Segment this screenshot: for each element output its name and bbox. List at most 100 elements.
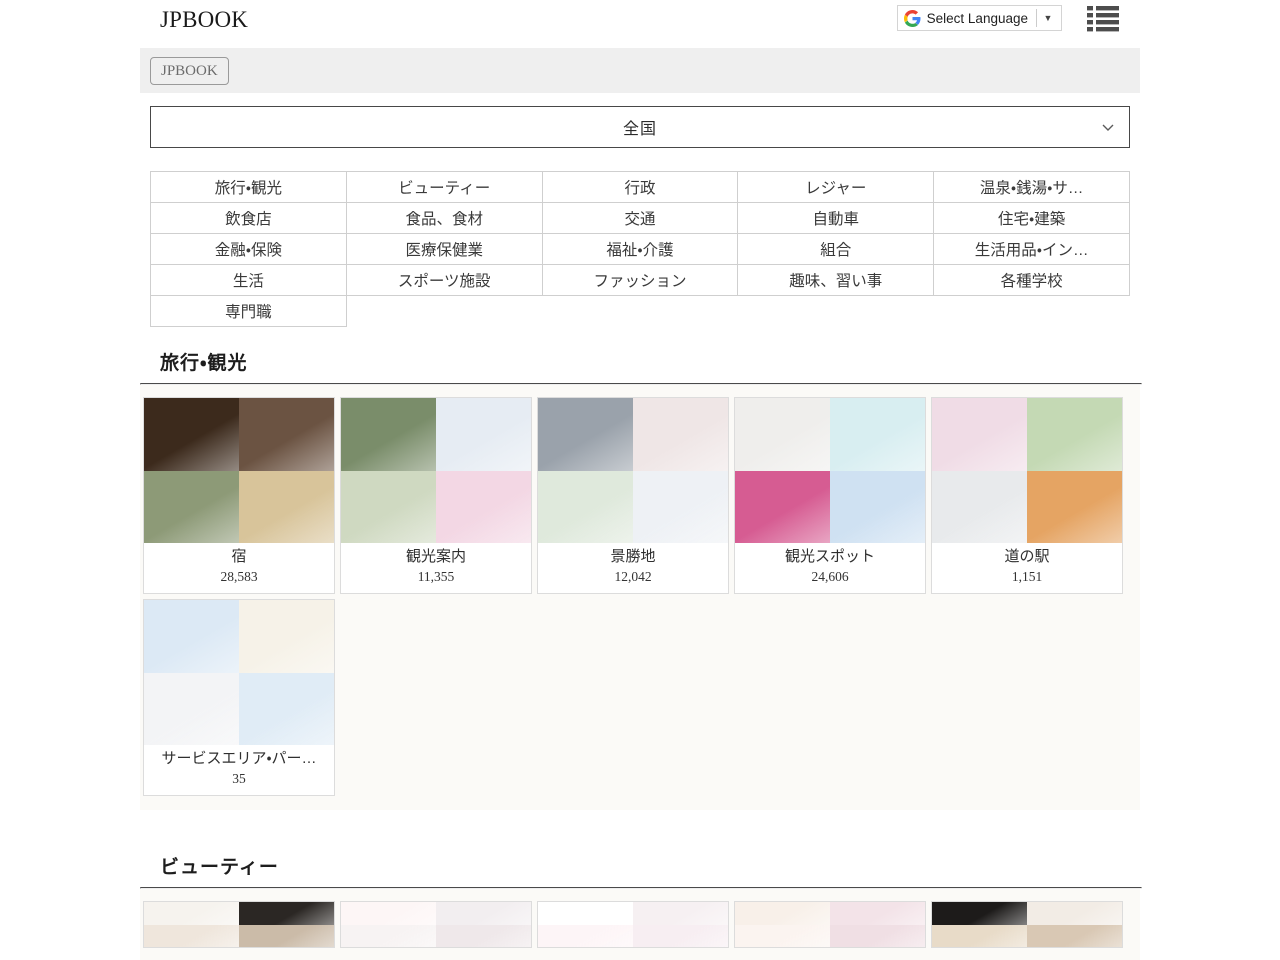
thumbnail-image (436, 902, 531, 925)
card-thumbnail-grid (144, 902, 334, 947)
thumbnail-image (144, 398, 239, 471)
page-root: JPBOOK Select Language ▼ (0, 0, 1280, 960)
thumbnail-image (144, 902, 239, 925)
list-view-icon[interactable] (1086, 4, 1120, 32)
card-row (140, 901, 1140, 948)
thumbnail-image (735, 398, 830, 471)
category-cell[interactable]: 住宅・建築 (934, 203, 1130, 234)
card-thumbnail-grid (341, 398, 531, 543)
thumbnail-image (538, 925, 633, 948)
card-thumbnail-grid (538, 902, 728, 947)
card[interactable]: サービスエリア・パー…35 (143, 599, 335, 796)
category-cell[interactable]: 金融・保険 (151, 234, 347, 265)
category-cell[interactable]: 旅行・観光 (151, 172, 347, 203)
card-label: サービスエリア・パー… (144, 745, 334, 769)
card[interactable] (340, 901, 532, 948)
card-area: 宿28,583観光案内11,355景勝地12,042観光スポット24,606道の… (140, 385, 1140, 810)
card-label: 景勝地 (538, 543, 728, 567)
translate-label: Select Language (927, 11, 1036, 26)
card-count: 35 (144, 769, 334, 795)
card-label: 観光案内 (341, 543, 531, 567)
category-table: 旅行・観光ビューティー行政レジャー温泉・銭湯・サ…飲食店食品、食材交通自動車住宅… (150, 171, 1130, 327)
category-cell[interactable]: 生活用品・イン… (934, 234, 1130, 265)
card-count: 24,606 (735, 567, 925, 593)
section: ビューティー (140, 852, 1140, 960)
card-thumbnail-grid (932, 902, 1122, 947)
category-cell-empty (346, 296, 542, 327)
category-cell[interactable]: 専門職 (151, 296, 347, 327)
breadcrumb-item-jpbook[interactable]: JPBOOK (150, 57, 229, 85)
thumbnail-image (735, 902, 830, 925)
card-area (140, 889, 1140, 960)
category-cell[interactable]: 交通 (542, 203, 738, 234)
card[interactable]: 景勝地12,042 (537, 397, 729, 594)
category-cell[interactable]: 趣味、習い事 (738, 265, 934, 296)
category-cell[interactable]: 生活 (151, 265, 347, 296)
thumbnail-image (239, 902, 334, 925)
card-thumbnail-grid (341, 902, 531, 947)
thumbnail-image (538, 902, 633, 925)
thumbnail-image (341, 471, 436, 544)
category-cell[interactable]: 福祉・介護 (542, 234, 738, 265)
category-cell[interactable]: 医療保健業 (346, 234, 542, 265)
card[interactable]: 観光スポット24,606 (734, 397, 926, 594)
thumbnail-image (1027, 471, 1122, 544)
category-cell[interactable]: 行政 (542, 172, 738, 203)
category-row: 生活スポーツ施設ファッション趣味、習い事各種学校 (151, 265, 1130, 296)
category-cell[interactable]: 各種学校 (934, 265, 1130, 296)
category-cell[interactable]: 飲食店 (151, 203, 347, 234)
thumbnail-image (633, 471, 728, 544)
category-cell[interactable]: 食品、食材 (346, 203, 542, 234)
category-cell[interactable]: スポーツ施設 (346, 265, 542, 296)
thumbnail-image (932, 398, 1027, 471)
category-cell[interactable]: 自動車 (738, 203, 934, 234)
category-cell[interactable]: ファッション (542, 265, 738, 296)
card-thumbnail-grid (144, 600, 334, 745)
card-label: 宿 (144, 543, 334, 567)
thumbnail-image (239, 925, 334, 948)
thumbnail-image (830, 471, 925, 544)
thumbnail-image (538, 398, 633, 471)
page-title: JPBOOK (160, 6, 248, 34)
category-cell[interactable]: 温泉・銭湯・サ… (934, 172, 1130, 203)
card[interactable] (931, 901, 1123, 948)
category-cell-empty (934, 296, 1130, 327)
area-select[interactable]: 全国 (150, 106, 1130, 148)
card[interactable] (734, 901, 926, 948)
section: 旅行・観光宿28,583観光案内11,355景勝地12,042観光スポット24,… (140, 348, 1140, 810)
category-cell[interactable]: 組合 (738, 234, 934, 265)
thumbnail-image (735, 471, 830, 544)
thumbnail-image (144, 600, 239, 673)
card[interactable]: 観光案内11,355 (340, 397, 532, 594)
thumbnail-image (144, 673, 239, 746)
thumbnail-image (830, 902, 925, 925)
card[interactable]: 宿28,583 (143, 397, 335, 594)
category-row: 旅行・観光ビューティー行政レジャー温泉・銭湯・サ… (151, 172, 1130, 203)
thumbnail-image (932, 471, 1027, 544)
card[interactable] (537, 901, 729, 948)
thumbnail-image (1027, 925, 1122, 948)
thumbnail-image (633, 398, 728, 471)
card[interactable] (143, 901, 335, 948)
card-count: 11,355 (341, 567, 531, 593)
card-label: 観光スポット (735, 543, 925, 567)
category-cell-empty (542, 296, 738, 327)
thumbnail-image (1027, 902, 1122, 925)
card-row: サービスエリア・パー…35 (140, 599, 1140, 796)
area-select-value: 全国 (623, 115, 657, 139)
card[interactable]: 道の駅1,151 (931, 397, 1123, 594)
site-header: JPBOOK Select Language ▼ (0, 0, 1280, 42)
thumbnail-image (436, 398, 531, 471)
thumbnail-image (239, 673, 334, 746)
thumbnail-image (436, 471, 531, 544)
category-cell[interactable]: ビューティー (346, 172, 542, 203)
category-cell[interactable]: レジャー (738, 172, 934, 203)
thumbnail-image (932, 902, 1027, 925)
category-row: 飲食店食品、食材交通自動車住宅・建築 (151, 203, 1130, 234)
section-title: 旅行・観光 (140, 348, 1140, 383)
card-label: 道の駅 (932, 543, 1122, 567)
thumbnail-image (144, 471, 239, 544)
chevron-down-icon[interactable]: ▼ (1037, 6, 1059, 30)
google-translate-widget[interactable]: Select Language ▼ (897, 5, 1062, 31)
thumbnail-image (1027, 398, 1122, 471)
